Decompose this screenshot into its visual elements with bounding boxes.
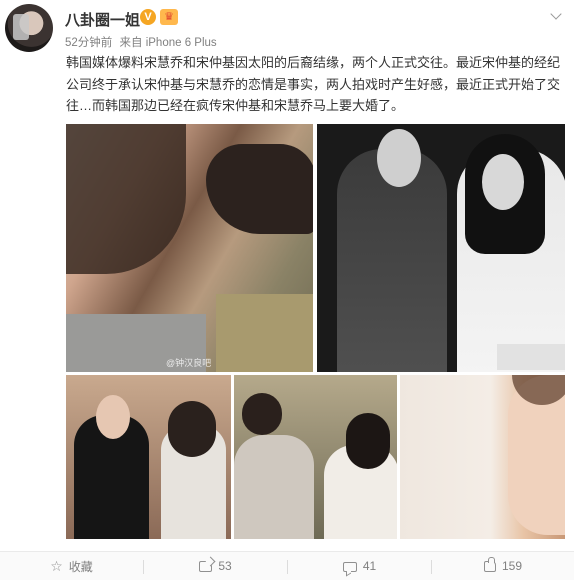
like-count: 159: [501, 559, 523, 573]
share-icon: [199, 561, 213, 572]
favorite-label: 收藏: [68, 560, 93, 574]
post-meta: 52分钟前 来自 iPhone 6 Plus: [65, 34, 221, 50]
image-watermark: @钟汉良吧: [166, 358, 212, 368]
post-source: 来自 iPhone 6 Plus: [119, 37, 217, 49]
verified-badge-icon: V: [140, 9, 156, 25]
post-action-bar: ☆ 收藏 53 41 159: [0, 551, 574, 580]
post-text: 韩国媒体爆料宋慧乔和宋仲基因太阳的后裔结缘，两个人正式交往。最近宋仲基的经纪公司…: [66, 55, 561, 113]
comment-button[interactable]: 41: [288, 552, 431, 580]
share-button[interactable]: 53: [144, 552, 287, 580]
favorite-button[interactable]: ☆ 收藏: [0, 552, 143, 580]
post-image-2[interactable]: [317, 124, 565, 372]
weibo-post: 八卦圈一姐 V ♛ 52分钟前 来自 iPhone 6 Plus 韩国媒体爆料宋…: [0, 0, 574, 580]
star-icon: ☆: [50, 558, 63, 574]
comment-icon: [342, 562, 357, 572]
comment-count: 41: [362, 559, 377, 573]
post-image-5[interactable]: [400, 375, 565, 539]
post-image-3[interactable]: [66, 375, 231, 539]
post-image-1[interactable]: @钟汉良吧: [66, 124, 313, 372]
share-count: 53: [218, 559, 232, 573]
thumbs-up-icon: [483, 557, 496, 572]
username[interactable]: 八卦圈一姐: [65, 9, 140, 30]
chevron-down-icon[interactable]: [550, 6, 564, 20]
post-image-4[interactable]: [234, 375, 397, 539]
member-badge-icon: ♛: [160, 9, 178, 25]
avatar[interactable]: [5, 4, 53, 52]
like-button[interactable]: 159: [432, 552, 574, 580]
post-time[interactable]: 52分钟前: [65, 37, 112, 49]
